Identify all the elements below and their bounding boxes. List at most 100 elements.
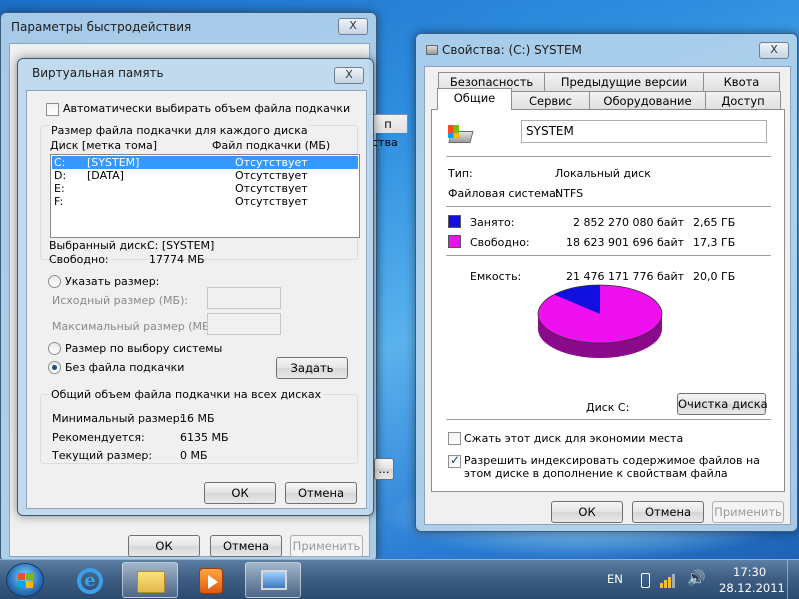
total-group-title: Общий объем файла подкачки на всех диска… (49, 388, 324, 401)
auto-size-label: Автоматически выбирать объем файла подка… (63, 102, 351, 115)
type-value: Локальный диск (555, 167, 651, 180)
recommended-value: 6135 МБ (180, 431, 229, 444)
separator (446, 206, 771, 207)
list-item[interactable]: E: Отсутствует (52, 182, 358, 195)
volume-name-input[interactable]: SYSTEM (521, 120, 767, 143)
apply-button[interactable]: Применить (712, 501, 784, 523)
capacity-gb: 20,0 ГБ (693, 270, 736, 283)
free-label: Свободно: (49, 253, 109, 266)
dialog-title: Виртуальная память (32, 66, 164, 80)
used-space-swatch (448, 215, 461, 228)
current-size-label: Текущий размер: (52, 449, 153, 462)
tab-hardware[interactable]: Оборудование (589, 91, 706, 110)
custom-size-radio[interactable] (48, 275, 61, 288)
drive-properties-window[interactable]: Свойства: (C:) SYSTEM X Безопасность Пре… (415, 33, 798, 532)
system-size-radio[interactable] (48, 342, 61, 355)
partial-button[interactable]: ... (374, 458, 394, 480)
max-size-input[interactable] (207, 313, 281, 335)
virtual-memory-dialog[interactable]: Виртуальная память X Автоматически выбир… (17, 58, 374, 516)
tab-panel: SYSTEM Тип: Локальный диск Файловая сист… (431, 109, 785, 492)
selected-disk-value: C: [SYSTEM] (147, 239, 215, 252)
free-label: Свободно: (470, 236, 530, 249)
list-item[interactable]: F: Отсутствует (52, 195, 358, 208)
total-group: Общий объем файла подкачки на всех диска… (40, 388, 358, 464)
tab-quota[interactable]: Квота (703, 72, 780, 91)
apply-button[interactable]: Применить (290, 535, 363, 557)
free-gb: 17,3 ГБ (693, 236, 736, 249)
tab-previous-versions[interactable]: Предыдущие версии (544, 72, 704, 91)
group-title: Размер файла подкачки для каждого диска (49, 124, 310, 137)
no-pagefile-label: Без файла подкачки (65, 361, 185, 374)
start-button[interactable] (6, 563, 44, 597)
min-size-label: Минимальный размер: (52, 412, 184, 425)
taskbar: e EN 🔊 17:30 28.12.2011 (0, 559, 799, 599)
close-button[interactable]: X (334, 67, 364, 84)
window-title: Параметры быстродействия (11, 20, 192, 34)
current-size-value: 0 МБ (180, 449, 208, 462)
taskbar-media-player[interactable] (183, 562, 239, 598)
drive-icon (426, 45, 438, 55)
partial-text: ства (372, 136, 398, 149)
min-size-value: 16 МБ (180, 412, 215, 425)
filesystem-value: NTFS (555, 187, 584, 200)
separator (446, 255, 771, 256)
ok-button[interactable]: ОК (551, 501, 623, 523)
tab-tools[interactable]: Сервис (511, 91, 590, 110)
show-desktop-button[interactable] (787, 560, 799, 599)
col-size-header: Файл подкачки (МБ) (212, 139, 331, 152)
used-label: Занято: (470, 216, 515, 229)
volume-icon[interactable]: 🔊 (687, 569, 706, 587)
window-client: Безопасность Предыдущие версии Квота Общ… (424, 66, 791, 525)
media-player-icon (199, 568, 223, 594)
taskbar-system-properties[interactable] (245, 562, 301, 598)
disk-cleanup-button[interactable]: Очистка диска (677, 393, 768, 415)
system-size-label: Размер по выбору системы (65, 342, 223, 355)
filesystem-label: Файловая система: (448, 187, 560, 200)
list-item[interactable]: D: [DATA] Отсутствует (52, 169, 358, 182)
internet-explorer-icon: e (77, 568, 103, 594)
taskbar-ie[interactable]: e (61, 562, 117, 598)
language-indicator[interactable]: EN (607, 572, 623, 586)
battery-icon[interactable] (641, 573, 650, 588)
col-disk-header: Диск [метка тома] (50, 139, 158, 152)
cancel-button[interactable]: Отмена (285, 482, 357, 504)
free-bytes: 18 623 901 696 байт (566, 236, 685, 249)
compress-label: Сжать этот диск для экономии места (464, 432, 684, 445)
disk-list[interactable]: C: [SYSTEM] Отсутствует D: [DATA] Отсутс… (50, 154, 360, 238)
window-title: Свойства: (C:) SYSTEM (426, 43, 582, 57)
max-size-label: Максимальный размер (МБ): (52, 320, 218, 333)
ok-button[interactable]: ОК (204, 482, 276, 504)
separator (446, 419, 771, 420)
computer-icon (261, 570, 287, 590)
clock-date[interactable]: 28.12.2011 (719, 581, 785, 595)
compress-checkbox[interactable] (448, 432, 461, 445)
taskbar-explorer[interactable] (122, 562, 178, 598)
separator (446, 156, 771, 157)
disk-usage-pie (537, 284, 663, 358)
no-pagefile-radio[interactable] (48, 361, 61, 374)
used-gb: 2,65 ГБ (693, 216, 736, 229)
set-button[interactable]: Задать (276, 357, 348, 379)
clock-time[interactable]: 17:30 (733, 565, 766, 579)
index-checkbox[interactable] (448, 453, 461, 468)
custom-size-label: Указать размер: (65, 275, 160, 288)
selected-disk-label: Выбранный диск: (49, 239, 151, 252)
capacity-label: Емкость: (470, 270, 522, 283)
dialog-client: Автоматически выбирать объем файла подка… (26, 90, 367, 509)
close-button[interactable]: X (759, 42, 789, 59)
cancel-button[interactable]: Отмена (632, 501, 704, 523)
cancel-button[interactable]: Отмена (210, 535, 282, 557)
close-button[interactable]: X (338, 18, 368, 35)
used-bytes: 2 852 270 080 байт (573, 216, 685, 229)
free-space-swatch (448, 235, 461, 248)
ok-button[interactable]: ОК (128, 535, 200, 557)
index-label: Разрешить индексировать содержимое файло… (464, 454, 760, 480)
auto-size-checkbox[interactable] (46, 103, 59, 116)
network-signal-icon[interactable] (660, 572, 676, 588)
list-item[interactable]: C: [SYSTEM] Отсутствует (52, 156, 358, 169)
partial-tab[interactable]: п (368, 114, 408, 133)
tab-general[interactable]: Общие (437, 88, 512, 110)
tab-sharing[interactable]: Доступ (705, 91, 781, 110)
initial-size-input[interactable] (207, 287, 281, 309)
type-label: Тип: (448, 167, 473, 180)
